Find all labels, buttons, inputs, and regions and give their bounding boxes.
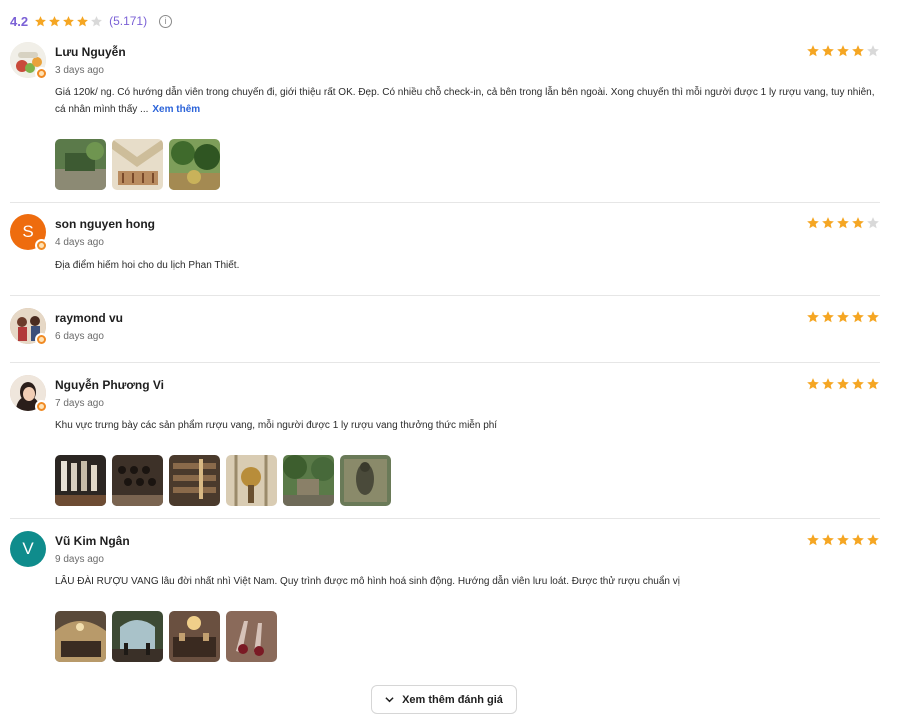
star-filled-icon (851, 533, 865, 547)
reviewer-avatar[interactable] (10, 42, 48, 80)
star-filled-icon (806, 216, 820, 230)
star-filled-icon (806, 310, 820, 324)
star-filled-icon (836, 533, 850, 547)
review-stars (806, 216, 880, 230)
review-time: 6 days ago (55, 331, 104, 342)
review-photo[interactable] (226, 455, 277, 506)
star-filled-icon (836, 44, 850, 58)
reviewer-name[interactable]: raymond vu (55, 311, 123, 325)
review-text: Giá 120k/ ng. Có hướng dẫn viên trong ch… (55, 84, 885, 118)
star-filled-icon (34, 15, 47, 28)
review-stars (806, 310, 880, 324)
chevron-down-icon (385, 697, 394, 703)
star-filled-icon (851, 310, 865, 324)
star-filled-icon (851, 377, 865, 391)
review-count: (5.171) (109, 14, 148, 28)
review-item: Lưu Nguyễn 3 days ago Giá 120k/ ng. Có h… (10, 42, 880, 203)
load-more-label: Xem thêm đánh giá (402, 693, 503, 706)
local-guide-badge (35, 400, 48, 413)
local-guide-badge (35, 239, 48, 252)
review-photo[interactable] (340, 455, 391, 506)
star-filled-icon (806, 533, 820, 547)
reviewer-name[interactable]: Vũ Kim Ngân (55, 534, 130, 548)
review-photo[interactable] (55, 611, 106, 662)
reviewer-avatar[interactable]: V (10, 531, 46, 567)
local-guide-badge (35, 333, 48, 346)
summary-stars (34, 15, 103, 28)
star-empty-icon (866, 44, 880, 58)
review-photo[interactable] (55, 455, 106, 506)
reviewer-avatar[interactable] (10, 308, 48, 346)
review-item: S son nguyen hong 4 days ago Địa điểm hi… (10, 214, 880, 296)
star-filled-icon (821, 216, 835, 230)
star-filled-icon (866, 310, 880, 324)
star-empty-icon (90, 15, 103, 28)
star-filled-icon (851, 216, 865, 230)
review-item: V Vũ Kim Ngân 9 days ago LÂU ĐÀI RƯỢU VA… (10, 531, 880, 666)
review-divider (10, 362, 880, 363)
star-filled-icon (821, 377, 835, 391)
review-item: Nguyễn Phương Vi 7 days ago Khu vực trưn… (10, 375, 880, 519)
reviewer-avatar[interactable] (10, 375, 48, 413)
star-filled-icon (836, 216, 850, 230)
reviewer-name[interactable]: son nguyen hong (55, 217, 155, 231)
read-more-link[interactable]: Xem thêm (152, 104, 200, 115)
star-filled-icon (821, 310, 835, 324)
review-time: 4 days ago (55, 237, 104, 248)
review-photo[interactable] (112, 611, 163, 662)
avatar-letter: V (10, 531, 46, 567)
star-filled-icon (76, 15, 89, 28)
local-guide-badge (35, 67, 48, 80)
review-divider (10, 518, 880, 519)
review-photos (55, 139, 220, 190)
star-filled-icon (836, 310, 850, 324)
review-photo[interactable] (283, 455, 334, 506)
review-photo[interactable] (169, 455, 220, 506)
review-item: raymond vu 6 days ago (10, 308, 880, 364)
review-photo[interactable] (226, 611, 277, 662)
star-filled-icon (866, 533, 880, 547)
review-photo[interactable] (55, 139, 106, 190)
reviewer-name[interactable]: Lưu Nguyễn (55, 45, 126, 59)
review-time: 7 days ago (55, 398, 104, 409)
review-stars (806, 533, 880, 547)
review-divider (10, 295, 880, 296)
star-filled-icon (836, 377, 850, 391)
star-filled-icon (48, 15, 61, 28)
review-photo[interactable] (169, 611, 220, 662)
rating-summary: 4.2 (5.171) i (10, 11, 173, 31)
review-divider (10, 202, 880, 203)
review-photos (55, 455, 391, 506)
average-rating: 4.2 (10, 13, 29, 29)
review-text: LÂU ĐÀI RƯỢU VANG lâu đời nhất nhì Việt … (55, 576, 680, 587)
load-more-reviews-button[interactable]: Xem thêm đánh giá (371, 685, 517, 714)
star-filled-icon (806, 377, 820, 391)
review-photo[interactable] (112, 455, 163, 506)
review-photo[interactable] (169, 139, 220, 190)
review-time: 9 days ago (55, 554, 104, 565)
star-filled-icon (821, 533, 835, 547)
star-filled-icon (62, 15, 75, 28)
reviewer-avatar[interactable]: S (10, 214, 48, 252)
review-photo[interactable] (112, 139, 163, 190)
star-empty-icon (866, 216, 880, 230)
review-photos (55, 611, 277, 662)
review-stars (806, 377, 880, 391)
info-icon[interactable]: i (159, 14, 173, 28)
review-time: 3 days ago (55, 65, 104, 76)
star-filled-icon (821, 44, 835, 58)
review-text: Khu vực trưng bày các sản phẩm rượu vang… (55, 420, 498, 431)
star-filled-icon (851, 44, 865, 58)
review-text: Địa điểm hiếm hoi cho du lịch Phan Thiết… (55, 260, 240, 271)
star-filled-icon (806, 44, 820, 58)
reviewer-name[interactable]: Nguyễn Phương Vi (55, 378, 164, 392)
star-filled-icon (866, 377, 880, 391)
review-stars (806, 44, 880, 58)
